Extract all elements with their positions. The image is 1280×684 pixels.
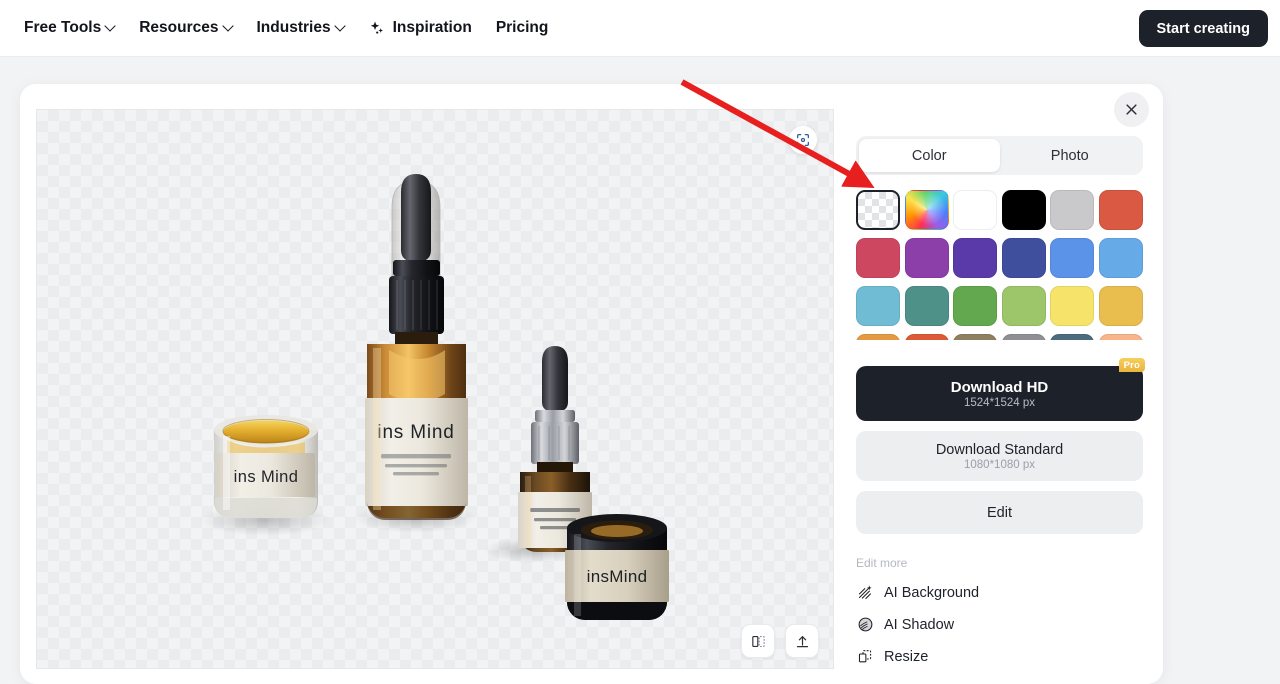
ai-shadow-icon <box>856 616 874 634</box>
chevron-down-icon <box>106 22 115 31</box>
swatch-custom-picker[interactable] <box>904 190 949 230</box>
swatch-sky-blue[interactable] <box>856 286 900 326</box>
nav-item-inspiration[interactable]: Inspiration <box>357 13 484 43</box>
edit-more-label-text: AI Background <box>884 584 980 601</box>
image-canvas[interactable]: ins Mind ins Mind insMind <box>36 109 834 669</box>
download-hd-subtitle: 1524*1524 px <box>964 396 1035 409</box>
swatch-amber[interactable] <box>1098 286 1143 326</box>
swatch-gray[interactable] <box>1001 334 1046 340</box>
nav-item-free-tools[interactable]: Free Tools <box>12 13 127 43</box>
download-hd-button[interactable]: Pro Download HD 1524*1524 px <box>856 358 1145 421</box>
nav-item-industries[interactable]: Industries <box>245 13 357 43</box>
sparkle-icon <box>369 20 386 37</box>
swatch-black[interactable] <box>1001 190 1046 230</box>
nav-item-pricing[interactable]: Pricing <box>484 13 561 43</box>
svg-text:ins Mind: ins Mind <box>377 422 454 443</box>
swatch-light-blue[interactable] <box>1098 238 1143 278</box>
swatch-tan[interactable] <box>953 334 998 340</box>
swatch-white[interactable] <box>953 190 998 230</box>
edit-button[interactable]: Edit <box>856 491 1143 534</box>
nav-item-list: Free Tools Resources Industries Inspirat… <box>0 13 560 43</box>
pro-badge: Pro <box>1118 358 1145 372</box>
canvas-tool-group <box>741 624 819 658</box>
edit-more-item-ai-background[interactable]: AI Background <box>856 579 1141 606</box>
chevron-down-icon <box>336 22 345 31</box>
nav-label: Industries <box>256 19 331 36</box>
swatch-yellow[interactable] <box>1050 286 1095 326</box>
swatch-teal[interactable] <box>904 286 949 326</box>
nav-label: Pricing <box>495 19 549 36</box>
result-modal: ins Mind ins Mind insMind Color Photo Pr… <box>20 84 1163 684</box>
focus-scan-icon[interactable] <box>789 126 817 154</box>
tab-photo[interactable]: Photo <box>1000 139 1141 172</box>
swatch-transparent[interactable] <box>856 190 900 230</box>
upload-arrow-icon[interactable] <box>785 624 819 658</box>
swatch-red-orange[interactable] <box>904 334 949 340</box>
resize-icon <box>856 648 874 666</box>
swatch-light-gray[interactable] <box>1050 190 1095 230</box>
compare-split-icon[interactable] <box>741 624 775 658</box>
tab-color[interactable]: Color <box>859 139 1000 172</box>
swatch-purple[interactable] <box>904 238 949 278</box>
svg-text:insMind: insMind <box>587 567 648 586</box>
top-navigation-bar: Free Tools Resources Industries Inspirat… <box>0 0 1280 57</box>
background-options-panel: Color Photo Pro Download HD 1524*1524 px… <box>834 84 1163 684</box>
swatch-green[interactable] <box>953 286 998 326</box>
swatch-blue[interactable] <box>1050 238 1095 278</box>
product-photo: ins Mind ins Mind insMind <box>37 110 833 668</box>
nav-item-resources[interactable]: Resources <box>127 13 244 43</box>
swatch-peach[interactable] <box>1098 334 1143 340</box>
download-standard-subtitle: 1080*1080 px <box>964 458 1035 471</box>
swatch-light-green[interactable] <box>1001 286 1046 326</box>
swatch-brick-red[interactable] <box>1098 190 1143 230</box>
nav-label: Resources <box>139 19 219 36</box>
download-hd-title: Download HD <box>950 378 1049 396</box>
swatch-orange[interactable] <box>856 334 900 340</box>
download-standard-button[interactable]: Download Standard 1080*1080 px <box>856 431 1143 481</box>
edit-more-label-text: AI Shadow <box>884 616 955 633</box>
start-creating-button[interactable]: Start creating <box>1138 10 1268 47</box>
edit-more-item-ai-shadow[interactable]: AI Shadow <box>856 611 1141 638</box>
edit-more-label: Edit more <box>856 556 908 570</box>
swatch-indigo[interactable] <box>1001 238 1046 278</box>
edit-more-list: AI Background AI Shadow Resize <box>856 579 1141 670</box>
chevron-down-icon <box>224 22 233 31</box>
nav-label: Free Tools <box>24 19 102 36</box>
panel-tab-group: Color Photo <box>856 136 1143 175</box>
edit-more-label-text: Resize <box>884 648 929 665</box>
swatch-violet[interactable] <box>953 238 998 278</box>
close-icon[interactable] <box>1114 92 1149 127</box>
nav-label: Inspiration <box>392 19 472 36</box>
download-standard-title: Download Standard <box>935 441 1064 458</box>
svg-text:ins Mind: ins Mind <box>234 468 299 486</box>
ai-background-icon <box>856 584 874 602</box>
color-swatch-grid <box>856 190 1143 340</box>
edit-more-item-resize[interactable]: Resize <box>856 643 1141 670</box>
swatch-crimson[interactable] <box>856 238 900 278</box>
swatch-slate[interactable] <box>1050 334 1095 340</box>
